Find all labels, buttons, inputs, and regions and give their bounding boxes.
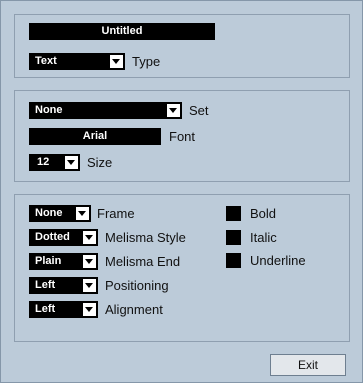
chevron-down-icon xyxy=(110,55,123,68)
checkbox-box xyxy=(226,206,241,221)
type-label: Type xyxy=(132,54,161,69)
melisma-style-dropdown[interactable]: Dotted xyxy=(29,229,98,246)
set-dropdown[interactable]: None xyxy=(29,102,182,119)
title-field[interactable]: Untitled xyxy=(29,23,215,40)
melisma-style-label: Melisma Style xyxy=(105,230,186,245)
chevron-down-icon xyxy=(83,231,96,244)
underline-checkbox[interactable]: Underline xyxy=(226,252,336,269)
font-field[interactable]: Arial xyxy=(29,128,161,145)
melisma-end-label: Melisma End xyxy=(105,254,181,269)
font-label: Font xyxy=(169,129,196,144)
positioning-dropdown[interactable]: Left xyxy=(29,277,98,294)
font-panel: None Set Arial Font 12 Size xyxy=(14,90,350,182)
size-dropdown[interactable]: 12 xyxy=(29,154,80,171)
positioning-label: Positioning xyxy=(105,278,169,293)
bold-label: Bold xyxy=(250,206,277,221)
chevron-down-icon xyxy=(76,207,89,220)
title-panel: Untitled Text Type xyxy=(14,14,350,78)
alignment-dropdown[interactable]: Left xyxy=(29,301,98,318)
exit-button[interactable]: Exit xyxy=(270,354,346,376)
type-dropdown[interactable]: Text xyxy=(29,53,125,70)
style-panel: None Frame Dotted Melisma Style Plain Me… xyxy=(14,194,350,342)
chevron-down-icon xyxy=(167,104,180,117)
frame-dropdown[interactable]: None xyxy=(29,205,91,222)
alignment-label: Alignment xyxy=(105,302,163,317)
frame-label: Frame xyxy=(97,206,135,221)
bold-checkbox[interactable]: Bold xyxy=(226,205,336,222)
chevron-down-icon xyxy=(83,279,96,292)
size-label: Size xyxy=(87,155,113,170)
text-settings-dialog: Untitled Text Type None Set Arial Font 1… xyxy=(0,0,363,383)
chevron-down-icon xyxy=(83,303,96,316)
chevron-down-icon xyxy=(65,156,78,169)
set-label: Set xyxy=(189,103,209,118)
set-dropdown-value: None xyxy=(29,102,182,119)
italic-checkbox[interactable]: Italic xyxy=(226,229,336,246)
chevron-down-icon xyxy=(83,255,96,268)
underline-label: Underline xyxy=(250,253,306,268)
melisma-end-dropdown[interactable]: Plain xyxy=(29,253,98,270)
italic-label: Italic xyxy=(250,230,277,245)
checkbox-box xyxy=(226,230,241,245)
checkbox-box xyxy=(226,253,241,268)
